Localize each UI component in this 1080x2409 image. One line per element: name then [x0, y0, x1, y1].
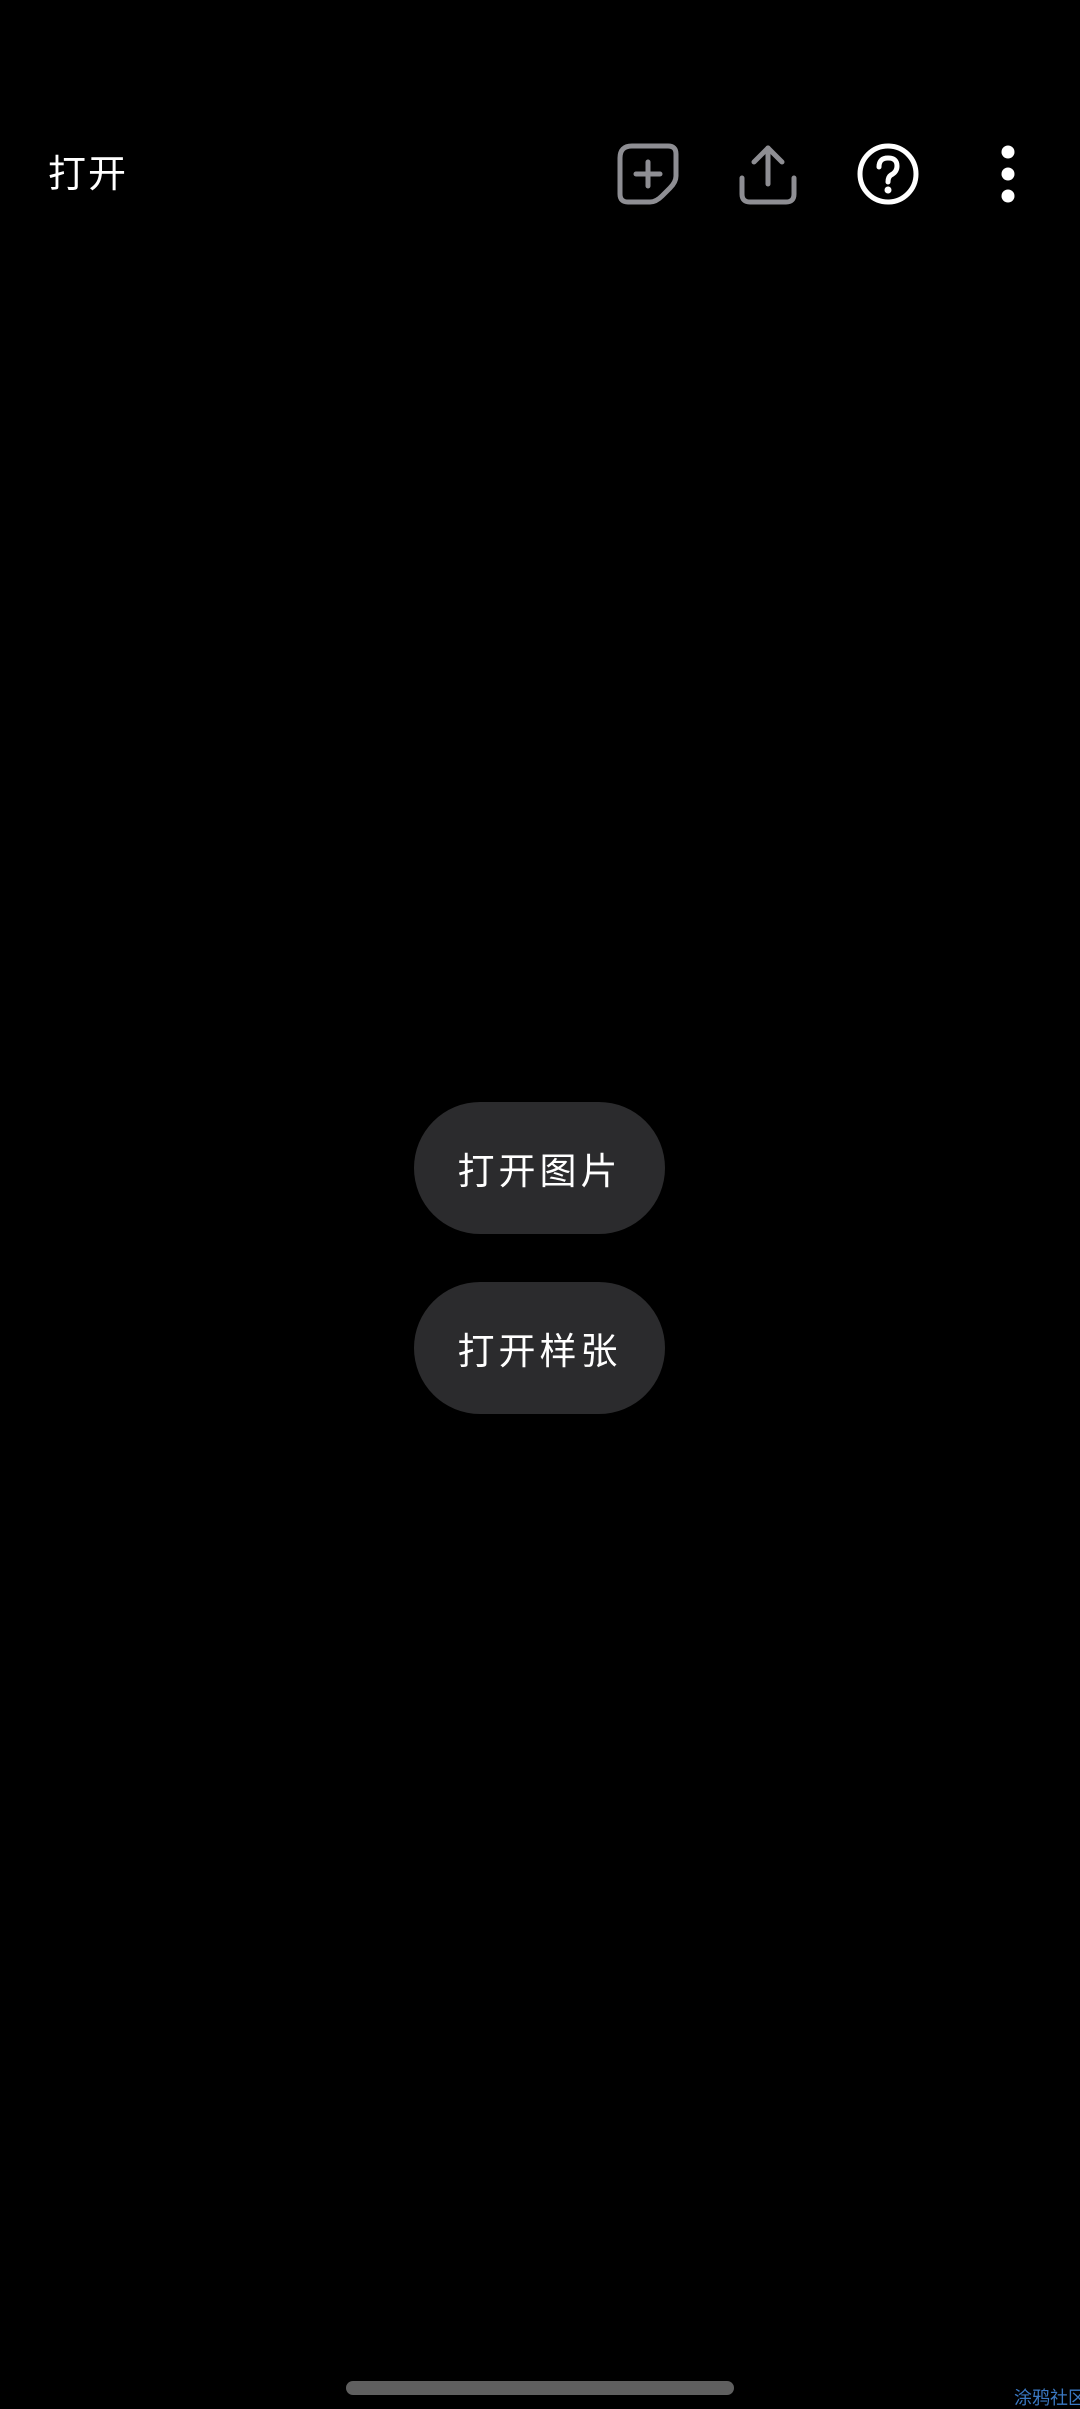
page-title: 打开: [48, 152, 129, 196]
share-button[interactable]: [720, 126, 816, 222]
help-button[interactable]: [840, 126, 936, 222]
top-app-bar: 打开: [0, 120, 1080, 228]
more-vert-icon: [998, 144, 1018, 204]
home-indicator[interactable]: [346, 2381, 734, 2395]
open-image-button[interactable]: 打开图片: [414, 1102, 665, 1234]
new-sticker-icon: [616, 142, 680, 206]
new-sticker-button[interactable]: [600, 126, 696, 222]
open-sample-button[interactable]: 打开样张: [414, 1282, 665, 1414]
watermark: 涂鸦社区: [1014, 2388, 1080, 2409]
more-options-button[interactable]: [960, 126, 1056, 222]
help-icon: [856, 142, 920, 206]
share-icon: [736, 142, 800, 206]
